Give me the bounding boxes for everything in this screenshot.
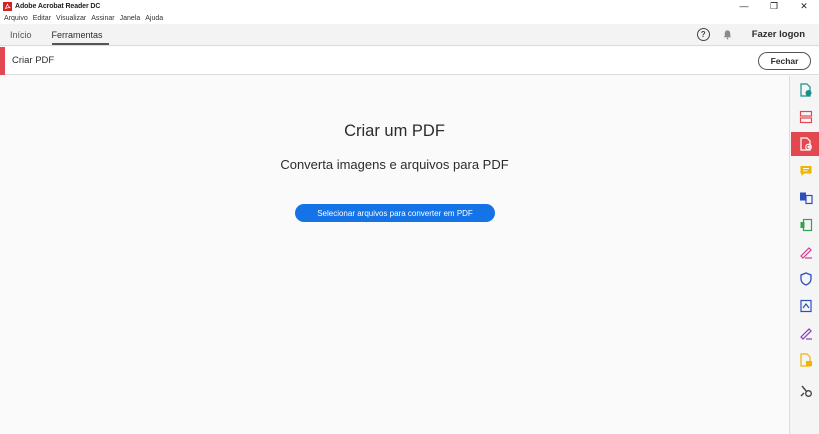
tab-inicio[interactable]: Início [0,24,42,45]
send-for-comments-icon [799,353,812,367]
send-for-comments-tool[interactable] [791,348,819,372]
export-pdf-icon [799,83,811,97]
menu-editar[interactable]: Editar [33,15,51,22]
edit-pdf-tool[interactable] [791,213,819,237]
minimize-button[interactable]: — [729,0,759,12]
create-pdf-tool[interactable] [791,132,819,156]
help-icon[interactable]: ? [696,28,710,41]
combine-files-icon [799,192,813,205]
window-title: Adobe Acrobat Reader DC [15,2,101,10]
acrobat-logo-icon [3,1,12,11]
menu-visualizar[interactable]: Visualizar [56,15,86,22]
fill-sign-icon [799,247,812,259]
protect-tool[interactable] [791,267,819,291]
send-for-signature-icon [799,328,812,340]
fill-sign-tool[interactable] [791,240,819,264]
create-pdf-icon [799,137,812,151]
protect-icon [799,272,812,286]
tool-accent-bar [0,46,5,75]
restore-button[interactable]: ❐ [759,0,789,12]
comment-icon [800,166,811,176]
bell-icon[interactable] [722,29,734,41]
organize-pages-tool[interactable] [791,105,819,129]
optimize-pdf-tool[interactable] [791,294,819,318]
more-tools-icon [800,385,812,397]
more-tools[interactable] [791,379,819,403]
menu-arquivo[interactable]: Arquivo [4,15,28,22]
close-tool-button[interactable]: Fechar [758,52,811,70]
combine-files-tool[interactable] [791,186,819,210]
menu-assinar[interactable]: Assinar [91,15,114,22]
tab-row: Início Ferramentas ? Fazer logon [0,24,819,46]
edit-pdf-icon [800,218,812,232]
tab-ferramentas[interactable]: Ferramentas [42,24,113,45]
export-pdf-tool[interactable] [791,78,819,102]
menu-ajuda[interactable]: Ajuda [145,15,163,22]
comment-tool[interactable] [791,159,819,183]
select-files-button[interactable]: Selecionar arquivos para converter em PD… [295,204,495,222]
close-window-button[interactable]: ✕ [789,0,819,12]
page-subheading: Converta imagens e arquivos para PDF [280,157,509,172]
menu-janela[interactable]: Janela [120,15,141,22]
page-heading: Criar um PDF [344,122,445,140]
tool-header: Criar PDF Fechar [0,46,819,75]
organize-pages-icon [799,110,812,124]
send-for-signature-tool[interactable] [791,321,819,345]
right-tools-panel [789,76,819,434]
menu-bar: Arquivo Editar Visualizar Assinar Janela… [0,12,819,24]
main-content: Criar um PDF Converta imagens e arquivos… [0,76,789,434]
login-link[interactable]: Fazer logon [752,29,805,40]
optimize-pdf-icon [799,299,812,313]
title-bar: Adobe Acrobat Reader DC — ❐ ✕ [0,0,819,12]
tool-title: Criar PDF [12,55,55,66]
